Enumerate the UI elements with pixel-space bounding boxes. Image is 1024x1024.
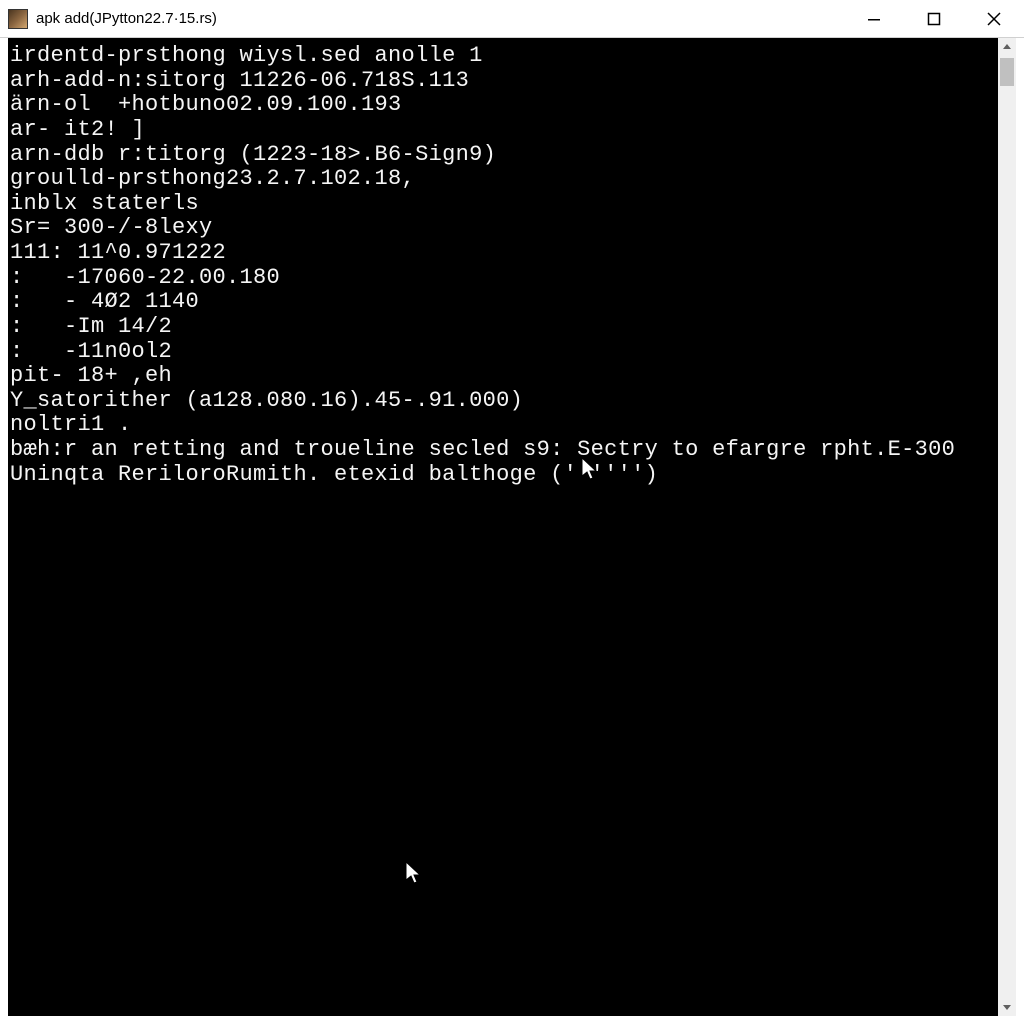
minimize-button[interactable] (844, 0, 904, 38)
scrollbar-down-button[interactable] (998, 998, 1016, 1016)
terminal-line: : -Im 14/2 (10, 315, 996, 340)
terminal-line: : - 4Ø2 1140 (10, 290, 996, 315)
terminal-content[interactable]: irdentd-prsthong wiysl.sed anolle 1 arh-… (8, 38, 998, 1016)
scrollbar-thumb[interactable] (1000, 58, 1014, 86)
window-border-left (0, 38, 8, 1024)
terminal-line: arh-add-n:sitorg 11226-06.718S.113 (10, 69, 996, 94)
terminal-line: ärn-ol +hotbuno02.09.100.193 (10, 93, 996, 118)
terminal-line: 111: 11^0.971222 (10, 241, 996, 266)
terminal-line: inblx staterls (10, 192, 996, 217)
terminal-line: irdentd-prsthong wiysl.sed anolle 1 (10, 44, 996, 69)
terminal-line: : -17060-22.00.180 (10, 266, 996, 291)
terminal-line: Sr= 300-/-8lexy (10, 216, 996, 241)
terminal-line: noltri1 . (10, 413, 996, 438)
window-controls (844, 0, 1024, 37)
chevron-down-icon (1002, 1002, 1012, 1012)
terminal-line: groulld-prsthong23.2.7.102.18, (10, 167, 996, 192)
terminal-line: pit- 18+ ,eh (10, 364, 996, 389)
window-border-right (1016, 38, 1024, 1024)
terminal-line: arn-ddb r:titorg (1223-18>.B6-Sign9) (10, 143, 996, 168)
vertical-scrollbar[interactable] (998, 38, 1016, 1016)
terminal-line: : -11n0ol2 (10, 340, 996, 365)
terminal-line: Uninqta ReriloroRumith. etexid balthoge … (10, 463, 996, 488)
scrollbar-up-button[interactable] (998, 38, 1016, 56)
terminal-line: Y_satorither (a128.080.16).45-.91.000) (10, 389, 996, 414)
terminal-line: ar- it2! ] (10, 118, 996, 143)
minimize-icon (867, 12, 881, 26)
window-title: apk add(JPytton22.7·15.rs) (36, 10, 844, 27)
app-icon (8, 9, 28, 29)
window-title-bar: apk add(JPytton22.7·15.rs) (0, 0, 1024, 38)
close-icon (987, 12, 1001, 26)
maximize-button[interactable] (904, 0, 964, 38)
terminal-line: bæh:r an retting and troueline secled s9… (10, 438, 996, 463)
window-border-bottom (0, 1016, 1024, 1024)
close-button[interactable] (964, 0, 1024, 38)
chevron-up-icon (1002, 42, 1012, 52)
maximize-icon (927, 12, 941, 26)
